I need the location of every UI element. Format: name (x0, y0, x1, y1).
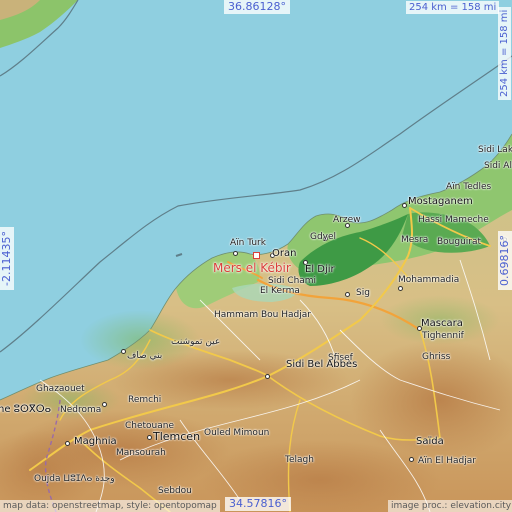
label-ouled-mimoun: Ouled Mimoun (204, 428, 270, 438)
label-tighennif: Tighennif (422, 331, 464, 341)
town-dot (233, 251, 238, 256)
label-beni-saf: بني صاف (127, 351, 163, 361)
label-arzew: Arzew (333, 215, 361, 225)
label-oran: Oran (272, 248, 297, 259)
town-dot (147, 435, 152, 440)
label-hammam-bou-hadjar: Hammam Bou Hadjar (214, 310, 311, 320)
label-maghnia: Maghnia (74, 436, 117, 447)
label-sebdou: Sebdou (158, 486, 192, 496)
town-dot (409, 457, 414, 462)
label-ghazaouet: Ghazaouet (36, 384, 85, 394)
label-mostaganem: Mostaganem (408, 196, 473, 207)
town-dot (121, 349, 126, 354)
label-remchi: Remchi (128, 395, 162, 405)
label-ain-turk: Aïn Turk (230, 238, 266, 248)
label-telagh: Telagh (285, 455, 314, 465)
label-ain-tedles: Aïn Tedles (446, 182, 492, 192)
town-dot (402, 203, 407, 208)
label-mohammadia: Mohammadia (398, 275, 460, 285)
label-el-djir: El Djir (305, 264, 335, 275)
label-mers-el-kebir[interactable]: Mers el Kébir (213, 262, 291, 274)
label-hassi-mameche: Hassi Mameche (418, 215, 489, 225)
left-longitude: -2.11435° (0, 227, 14, 290)
label-saida: Saïda (416, 436, 444, 447)
label-sidi-chami: Sidi Chami (268, 276, 317, 286)
label-mascara: Mascara (421, 318, 463, 329)
town-dot (345, 292, 350, 297)
label-sidi-ali: Sidi Ali (484, 161, 512, 171)
label-el-kerma: El Kerma (260, 286, 300, 296)
map-viewport[interactable]: Mostaganem Sidi Lakh Sidi Ali Aïn Tedles… (0, 0, 512, 512)
label-ghriss: Ghriss (422, 352, 451, 362)
right-longitude: 0.69816° (498, 231, 512, 290)
label-oujda: Oujda ⵡⵓⵊⴷⴰ وجدة (34, 474, 115, 484)
town-dot (102, 402, 107, 407)
label-sidi-bel-abbes: Sidi Bel Abbès (286, 359, 358, 370)
label-sig: Sig (356, 288, 370, 298)
bottom-latitude: 34.57816° (225, 497, 291, 511)
town-dot (265, 374, 270, 379)
label-mansourah: Mansourah (116, 448, 166, 458)
label-ain-temouchent: عين تموشنت (171, 337, 221, 347)
label-gdyel: Gdyel (310, 232, 337, 242)
top-latitude: 36.86128° (224, 0, 290, 14)
label-sidi-lakhdar: Sidi Lakh (478, 145, 512, 155)
label-nedroma: Nedroma (60, 405, 102, 415)
map-credit-left: map data: openstreetmap, style: opentopo… (0, 500, 220, 512)
map-credit-right: image proc.: elevation.city (388, 500, 512, 512)
town-dot (398, 286, 403, 291)
selected-place-marker[interactable] (253, 252, 260, 259)
label-mesra: Mesra (401, 235, 429, 245)
town-dot (65, 441, 70, 446)
label-bouguirat: Bouguirat (437, 237, 482, 247)
scale-bar-right: 254 km = 158 mi (498, 6, 511, 100)
label-partial-west: ne ⵓⵙⴳⵔⴰ (0, 404, 52, 415)
label-ain-el-hadjar: Aïn El Hadjar (418, 456, 476, 466)
label-tlemcen: Tlemcen (153, 430, 201, 443)
scale-bar-top: 254 km = 158 mi (406, 1, 500, 14)
